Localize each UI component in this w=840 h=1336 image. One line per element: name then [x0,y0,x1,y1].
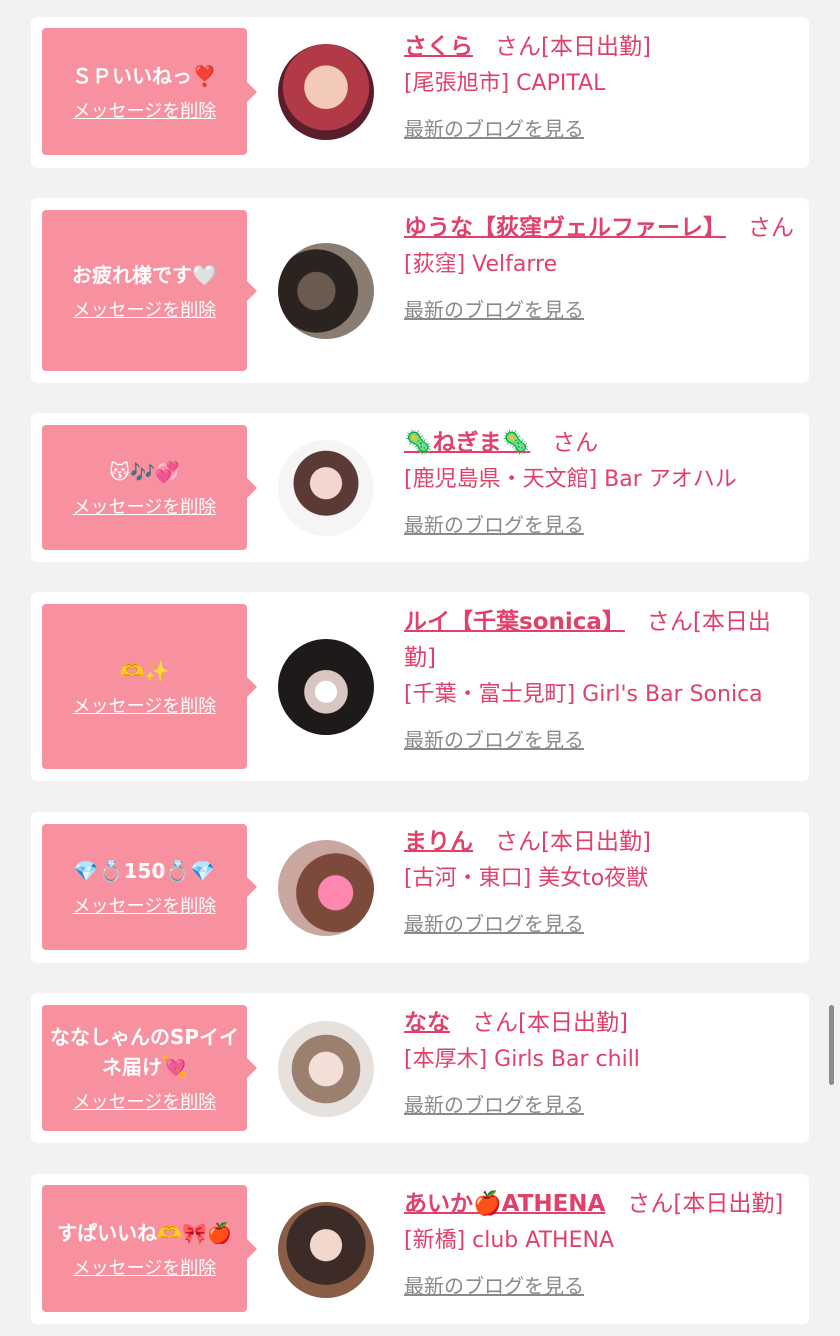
list-item: ななしゃんのSPイイネ届け💘 メッセージを削除 なな さん[本日出勤] [本厚木]… [31,993,809,1143]
message-bubble: 😽🎶💞 メッセージを削除 [42,425,257,550]
message-text: すぱいいね🫶🎀🍎 [57,1220,232,1245]
list-item: ＳＰいいねっ❣️ メッセージを削除 さくら さん[本日出勤] [尾張旭市] CAP… [31,17,809,168]
cast-name-link[interactable]: 🦠ねぎま🦠 [404,430,530,456]
cast-suffix: さん[本日出勤] [495,829,651,855]
shop-name: [新橋] club ATHENA [404,1228,614,1253]
name-line: なな さん[本日出勤] [404,1005,795,1041]
blog-link[interactable]: 最新のブログを見る [404,724,584,753]
delete-message-link[interactable]: メッセージを削除 [73,296,217,322]
name-line: あいか🍎ATHENA さん[本日出勤] [404,1186,795,1222]
message-bubble: 💎💍150💍💎 メッセージを削除 [42,824,257,950]
list-item: 🫶✨ メッセージを削除 ルイ【千葉sonica】 さん[本日出勤] [千葉・富士見… [31,592,809,781]
delete-message-link[interactable]: メッセージを削除 [73,493,217,519]
blog-link[interactable]: 最新のブログを見る [404,509,584,538]
cast-suffix: さん[本日出勤] [495,34,651,60]
message-text: お疲れ様です🤍 [72,262,217,287]
shop-name: [本厚木] Girls Bar chill [404,1047,640,1072]
cast-suffix: さん[本日出勤] [627,1191,784,1217]
cast-name-link[interactable]: まりん [404,829,473,855]
delete-message-link[interactable]: メッセージを削除 [73,892,217,918]
blog-link[interactable]: 最新のブログを見る [404,1089,584,1118]
message-text: ＳＰいいねっ❣️ [72,63,217,88]
name-line: さくら さん[本日出勤] [404,29,795,65]
blog-link[interactable]: 最新のブログを見る [404,113,584,142]
list-item: 💎💍150💍💎 メッセージを削除 まりん さん[本日出勤] [古河・東口] 美女t… [31,812,809,963]
list-item: 😽🎶💞 メッセージを削除 🦠ねぎま🦠 さん [鹿児島県・天文館] Bar アオハル… [31,413,809,562]
list-item: お疲れ様です🤍 メッセージを削除 ゆうな【荻窪ヴェルファーレ】 さん [荻窪] V… [31,198,809,383]
cast-info: 🦠ねぎま🦠 さん [鹿児島県・天文館] Bar アオハル 最新のブログを見る [404,425,795,538]
avatar[interactable] [278,840,374,936]
message-bubble: ななしゃんのSPイイネ届け💘 メッセージを削除 [42,1005,257,1131]
cast-info: あいか🍎ATHENA さん[本日出勤] [新橋] club ATHENA 最新のブ… [404,1186,795,1299]
cast-name-link[interactable]: なな [404,1010,450,1036]
delete-message-link[interactable]: メッセージを削除 [73,97,217,123]
shop-name: [鹿児島県・天文館] Bar アオハル [404,467,737,492]
message-text: 💎💍150💍💎 [73,859,216,883]
blog-link[interactable]: 最新のブログを見る [404,294,584,323]
avatar[interactable] [278,243,374,339]
cast-info: まりん さん[本日出勤] [古河・東口] 美女to夜獣 最新のブログを見る [404,824,795,937]
name-line: ルイ【千葉sonica】 さん[本日出勤] [404,604,795,676]
cast-suffix: さん [748,215,794,241]
cast-info: なな さん[本日出勤] [本厚木] Girls Bar chill 最新のブログを… [404,1005,795,1118]
avatar[interactable] [278,440,374,536]
cast-suffix: さん[本日出勤] [472,1010,628,1036]
cast-info: ルイ【千葉sonica】 さん[本日出勤] [千葉・富士見町] Girl's Ba… [404,604,795,753]
message-text: 🫶✨ [119,658,170,683]
blog-link[interactable]: 最新のブログを見る [404,908,584,937]
name-line: ゆうな【荻窪ヴェルファーレ】 さん [404,210,795,246]
message-bubble: お疲れ様です🤍 メッセージを削除 [42,210,257,371]
delete-message-link[interactable]: メッセージを削除 [73,1254,217,1280]
message-bubble: 🫶✨ メッセージを削除 [42,604,257,769]
cast-info: さくら さん[本日出勤] [尾張旭市] CAPITAL 最新のブログを見る [404,29,795,142]
message-bubble: すぱいいね🫶🎀🍎 メッセージを削除 [42,1185,257,1312]
cast-info: ゆうな【荻窪ヴェルファーレ】 さん [荻窪] Velfarre 最新のブログを見る [404,210,795,323]
cast-suffix: さん [552,430,599,456]
shop-name: [千葉・富士見町] Girl's Bar Sonica [404,682,763,707]
list-item: すぱいいね🫶🎀🍎 メッセージを削除 あいか🍎ATHENA さん[本日出勤] [新橋… [31,1174,809,1324]
cast-name-link[interactable]: さくら [404,34,473,60]
cast-name-link[interactable]: ルイ【千葉sonica】 [404,609,625,635]
shop-name: [荻窪] Velfarre [404,252,558,277]
shop-name: [古河・東口] 美女to夜獣 [404,866,649,891]
cast-name-link[interactable]: ゆうな【荻窪ヴェルファーレ】 [404,215,726,241]
shop-name: [尾張旭市] CAPITAL [404,71,606,96]
avatar[interactable] [278,44,374,140]
name-line: まりん さん[本日出勤] [404,824,795,860]
delete-message-link[interactable]: メッセージを削除 [73,692,217,718]
message-bubble: ＳＰいいねっ❣️ メッセージを削除 [42,28,257,155]
delete-message-link[interactable]: メッセージを削除 [73,1088,217,1114]
avatar[interactable] [278,1202,374,1298]
avatar[interactable] [278,639,374,735]
message-text: ななしゃんのSPイイネ届け💘 [49,1025,240,1079]
cast-name-link[interactable]: あいか🍎ATHENA [404,1191,605,1217]
blog-link[interactable]: 最新のブログを見る [404,1270,584,1299]
avatar[interactable] [278,1021,374,1117]
scrollbar[interactable] [829,1005,834,1085]
name-line: 🦠ねぎま🦠 さん [404,425,795,461]
message-text: 😽🎶💞 [109,459,180,484]
